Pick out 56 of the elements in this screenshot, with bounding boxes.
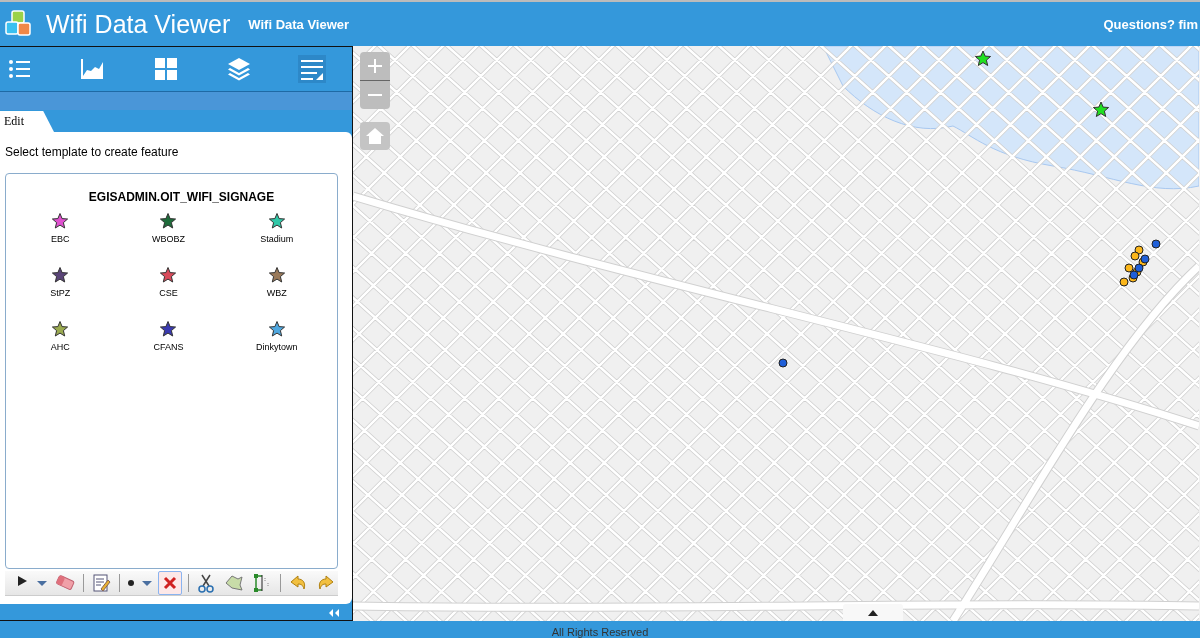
template-label: CSE xyxy=(159,288,178,298)
caret-down-icon xyxy=(141,580,152,586)
map-point-marker[interactable] xyxy=(1140,254,1150,264)
cubes-logo-icon xyxy=(4,9,34,39)
template-label: StPZ xyxy=(50,288,71,298)
template-label: Stadium xyxy=(260,234,294,244)
map-point-marker[interactable] xyxy=(1130,251,1140,261)
template-item[interactable]: WBZ xyxy=(222,266,331,298)
star-marker-icon[interactable] xyxy=(1092,101,1110,117)
eraser-icon xyxy=(55,573,75,593)
reshape-polygon-icon xyxy=(223,573,244,593)
template-item[interactable]: StPZ xyxy=(6,266,115,298)
scissors-icon xyxy=(195,573,216,593)
layers-icon xyxy=(226,57,251,81)
map-point-marker[interactable] xyxy=(1119,277,1129,287)
map-point-marker[interactable] xyxy=(1124,263,1134,273)
instruction-text: Select template to create feature xyxy=(4,144,180,161)
map-point-marker[interactable] xyxy=(1151,239,1161,249)
template-label: AHC xyxy=(50,342,70,352)
map-point-marker[interactable] xyxy=(778,358,788,368)
grid-icon xyxy=(153,57,178,81)
map-point-marker[interactable] xyxy=(1129,270,1139,280)
edit-list-tab[interactable] xyxy=(298,55,326,83)
caret-down-icon xyxy=(37,580,47,586)
star-marker-icon[interactable] xyxy=(974,50,992,66)
caret-up-icon xyxy=(868,609,878,616)
area-chart-icon xyxy=(80,57,105,81)
template-item[interactable]: Dinkytown xyxy=(222,320,331,352)
template-item[interactable]: Stadium xyxy=(222,212,331,244)
template-item[interactable]: CSE xyxy=(114,266,223,298)
app-title: Wifi Data Viewer xyxy=(46,9,231,39)
edit-tab[interactable]: Edit xyxy=(0,111,54,132)
list-icon xyxy=(7,57,31,81)
template-item[interactable]: AHC xyxy=(6,320,115,352)
dot-button[interactable] xyxy=(125,578,136,588)
app-subtitle: Wifi Data Viewer xyxy=(248,16,350,32)
map-point-marker[interactable] xyxy=(1134,263,1144,273)
template-label: Dinkytown xyxy=(256,342,298,352)
template-item[interactable]: CFANS xyxy=(114,320,223,352)
template-label: WBOBZ xyxy=(152,234,185,244)
map-point-marker[interactable] xyxy=(1134,245,1144,255)
template-item[interactable]: WBOBZ xyxy=(114,212,223,244)
collapse-icon[interactable] xyxy=(328,608,340,618)
template-group-title: EGISADMIN.OIT_WIFI_SIGNAGE xyxy=(87,189,276,206)
attribute-table-handle[interactable] xyxy=(843,604,903,621)
template-label: EBC xyxy=(50,234,70,244)
notepad-pencil-icon xyxy=(91,573,112,593)
template-label: CFANS xyxy=(153,342,184,352)
template-label: WBZ xyxy=(266,288,287,298)
template-item[interactable]: EBC xyxy=(6,212,115,244)
footer-text: All Rights Reserved xyxy=(551,626,649,638)
split-line-icon xyxy=(251,573,272,593)
dot-icon xyxy=(127,580,134,586)
delete-button[interactable] xyxy=(157,571,182,595)
caret-down-button[interactable] xyxy=(35,578,49,588)
edit-list-icon xyxy=(300,57,324,81)
